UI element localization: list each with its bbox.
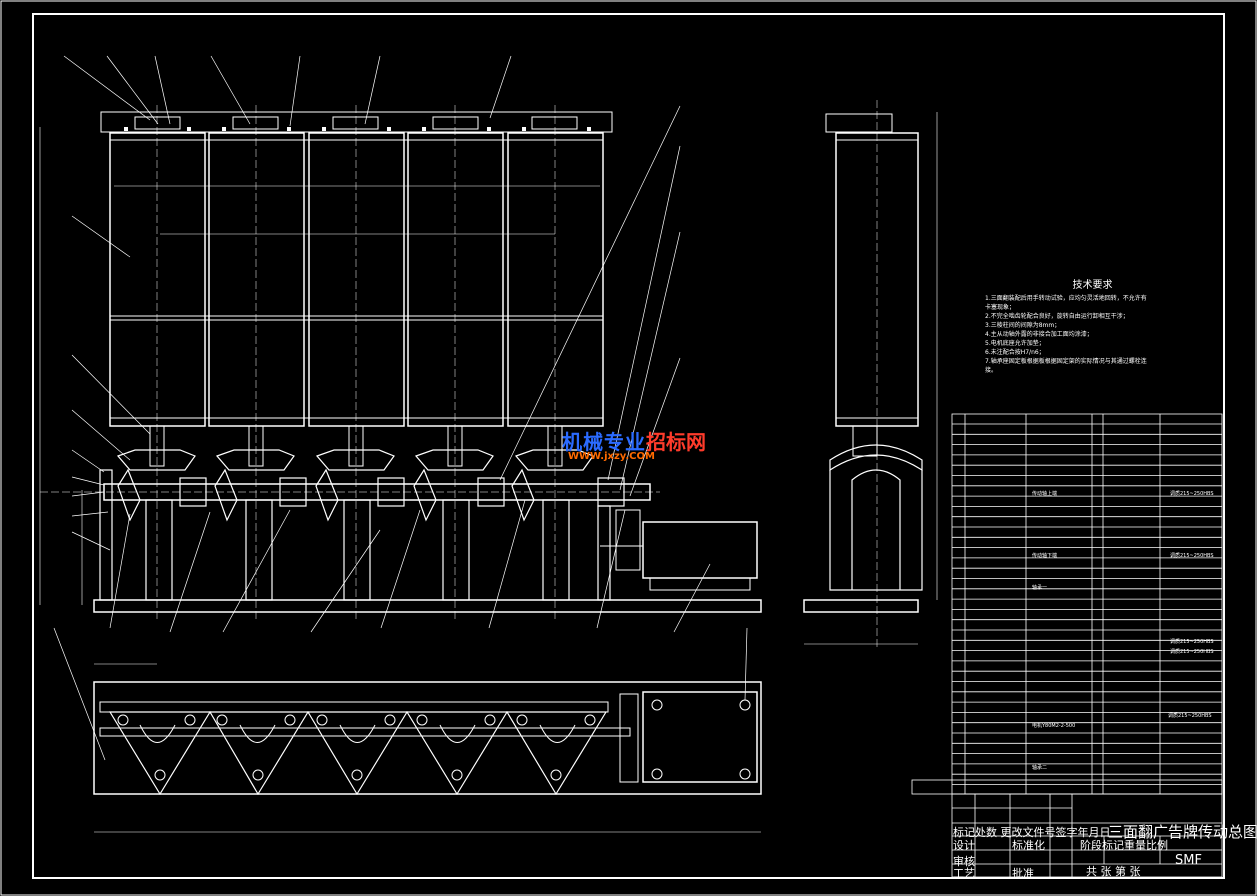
top-view <box>93 663 762 833</box>
parts-note: 轴承二 <box>1032 765 1048 771</box>
tr-line: 4.主从动轴外露的非接合加工面均涂漆； <box>985 331 1093 338</box>
watermark-red-text: 招标网 <box>646 430 706 454</box>
parts-note: 传动轴上端 <box>1032 491 1058 497</box>
approve-label: 批准 <box>1012 867 1034 880</box>
front-view <box>39 105 762 620</box>
tr-line: 6.未注配合按H7/n6； <box>985 349 1045 356</box>
stage-label: 阶段标记重量比例 <box>1080 839 1168 852</box>
tr-line: 5.电机底座允许加垫； <box>985 340 1045 347</box>
tr-line: 卡塞现象； <box>985 304 1016 311</box>
watermark: 机械专业招标网 WWW.jxzy.COM <box>562 426 706 462</box>
tr-line: 2.不完全啮齿轮配合良好，旋转自由运行卸相互干涉； <box>985 313 1129 320</box>
parts-note: 调质215~250HBS <box>1170 553 1214 559</box>
tr-line: 7.轴承座固定板根据板根据固定架的实际情况与其通过螺栓连 <box>985 358 1147 365</box>
tr-line: 接。 <box>985 367 998 374</box>
leader-lines <box>53 55 748 761</box>
drawing-code: SMF <box>1175 853 1202 868</box>
design-label: 设计 <box>953 839 975 852</box>
standardization-label: 标准化 <box>1012 839 1045 852</box>
tr-line: 3.三棱柱间的间隙为8mm； <box>985 322 1061 329</box>
technical-requirements: 技术要求 1.三面翻装配后用手转动试验，应均匀灵活地回转，不允许有 卡塞现象； … <box>985 276 1200 375</box>
process-label: 工艺 <box>953 867 975 880</box>
parts-note: 传动轴下端 <box>1032 553 1058 559</box>
parts-note: 电机Y80M2-2-500 <box>1032 723 1076 729</box>
side-view <box>803 100 938 650</box>
parts-note: 调质215~250HBS <box>1170 639 1214 645</box>
parts-note: 调质215~250HBS <box>1170 491 1214 497</box>
parts-note: 轴承一 <box>1032 585 1048 591</box>
parts-list <box>951 413 1223 795</box>
parts-note: 调质215~250HBS <box>1170 649 1214 655</box>
tr-line: 1.三面翻装配后用手转动试验，应均匀灵活地回转，不允许有 <box>985 295 1147 302</box>
sheet-count: 共 张 第 张 <box>1086 865 1141 878</box>
parts-note: 调质215~250HBS <box>1168 713 1212 719</box>
technical-requirements-title: 技术要求 <box>1072 280 1113 291</box>
